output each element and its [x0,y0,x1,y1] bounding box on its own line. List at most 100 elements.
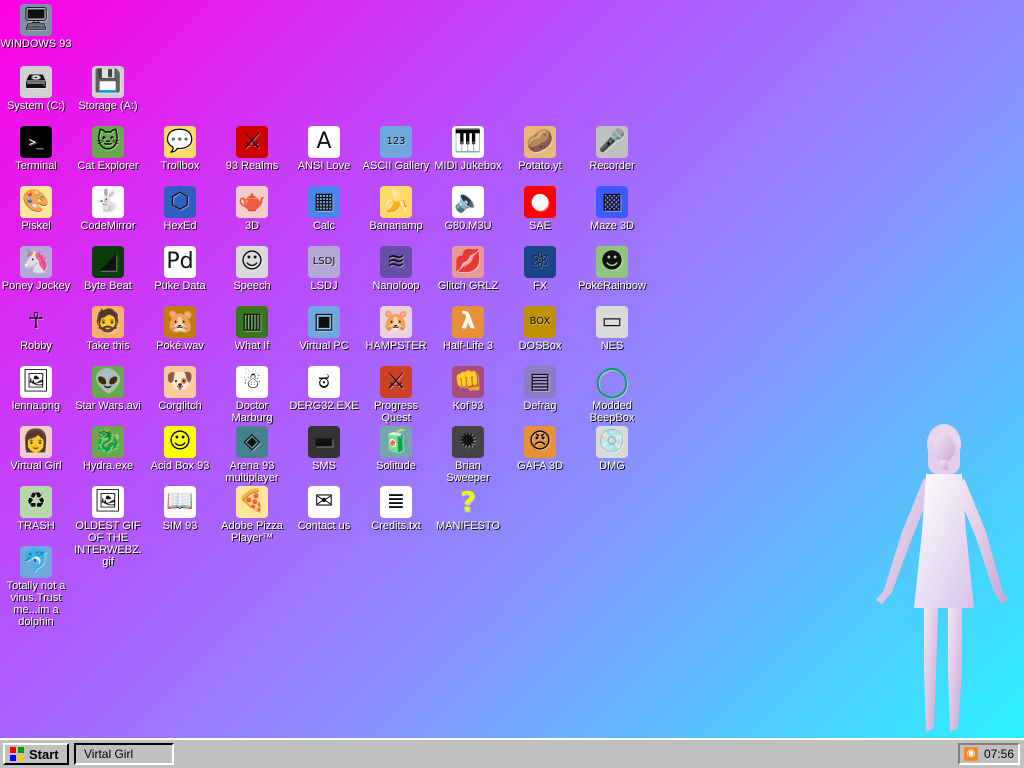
desktop-icon-dolphin[interactable]: 🐬 Totally not a virus.Trust me...im a dol… [0,546,72,628]
desktop-icon-maze-3d[interactable]: ▩ Maze 3D [576,186,648,232]
desktop-icon-midi-jukebox[interactable]: 🎹 MIDI Jukebox [432,126,504,172]
dolphin-icon: 🐬 [20,546,52,578]
desktop-icon-credits-txt[interactable]: ≣ Credits.txt [360,486,432,532]
nes-label: NES [600,340,624,352]
desktop-icon-oldest-gif[interactable]: 🖼 OLDEST GIF OF THE INTERWEBZ.gif [72,486,144,568]
derg32-exe-label: DERG32.EXE [289,400,359,412]
take-this-icon: 🧔 [92,306,124,338]
desktop-icon-half-life-3[interactable]: λ Half-Life 3 [432,306,504,352]
desktop-icon-speech[interactable]: ☺ Speech [216,246,288,292]
take-this-label: Take this [86,340,130,352]
desktop-icon-recorder[interactable]: 🎤 Recorder [576,126,648,172]
codemirror-label: CodeMirror [80,220,136,232]
clock: 07:56 [983,747,1014,761]
desktop-icon-sae[interactable]: ● SAE [504,186,576,232]
taskbar-item-virtual-girl[interactable]: Virtal Girl [74,743,174,765]
desktop-icon-manifesto[interactable]: ? MANIFESTO [432,485,504,533]
desktop-icon-virtual-girl[interactable]: 👩 Virtual Girl [0,426,72,472]
desktop-icon-potato-yt[interactable]: 🥔 Potato.yt [504,126,576,172]
3d-label: 3D [244,220,260,232]
desktop-icon-windows-93[interactable]: 🖥 WINDOWS 93 [0,4,72,50]
midi-jukebox-icon: 🎹 [452,126,484,158]
half-life-3-label: Half-Life 3 [442,340,494,352]
desktop-icon-pokemon-wav[interactable]: 🐹 Poké.wav [144,306,216,352]
desktop-icon-gafa-3d[interactable]: 😠 GAFA 3D [504,426,576,472]
desktop-icon-arena-93[interactable]: ◈ Arena 93 multiplayer [216,426,288,484]
desktop-icon-derg32-exe[interactable]: ಠ DERG32.EXE [288,366,360,412]
desktop-icon-fx[interactable]: ⚛ FX [504,246,576,292]
desktop-icon-poney-jockey[interactable]: 🦄 Poney Jockey [0,246,72,292]
derg32-exe-icon: ಠ [308,366,340,398]
desktop-icon-sim-93[interactable]: 📖 SIM 93 [144,486,216,532]
poney-jockey-icon: 🦄 [20,246,52,278]
desktop-icon-calc[interactable]: ▦ Calc [288,186,360,232]
ansi-love-label: ANSI Love [297,160,351,172]
desktop-icon-dosbox[interactable]: BOX DOSBox [504,306,576,352]
desktop-icon-doctor-marburg[interactable]: ☃ Doctor Marburg [216,366,288,424]
desktop-icon-nes[interactable]: ▭ NES [576,306,648,352]
desktop-icon-what-if[interactable]: ▥ What If [216,306,288,352]
desktop-icon-solitude[interactable]: 🧃 Solitude [360,426,432,472]
desktop-icon-virtual-pc[interactable]: ▣ Virtual PC [288,306,360,352]
desktop-icon-terminal[interactable]: >_ Terminal [0,126,72,172]
virtual-girl-figure[interactable] [862,422,1022,738]
desktop-icon-3d[interactable]: 🫖 3D [216,186,288,232]
desktop-icon-brian-sweeper[interactable]: ✹ Brian Sweeper [432,426,504,484]
desktop-icon-codemirror[interactable]: 🐇 CodeMirror [72,186,144,232]
desktop-icon-robby[interactable]: ☥ Robby [0,306,72,352]
desktop-icon-contact-us[interactable]: ✉ Contact us [288,486,360,532]
desktop-icon-bananamp[interactable]: 🍌 Bananamp [360,186,432,232]
desktop-icon-hampster[interactable]: 🐹 HAMPSTER [360,306,432,352]
pokerainbow-label: PokéRainbow [578,280,646,292]
desktop-icon-trash[interactable]: ♻ TRASH [0,486,72,532]
terminal-icon: >_ [20,126,52,158]
desktop-icon-storage-a[interactable]: 💾 Storage (A:) [72,66,144,112]
desktop-icon-cat-explorer[interactable]: 🐱 Cat Explorer [72,126,144,172]
desktop-icon-lenna-png[interactable]: 🖼 lenna.png [0,366,72,412]
desktop-icon-puke-data[interactable]: Pd Puke Data [144,246,216,292]
adobe-pizza-icon: 🍕 [236,486,268,518]
desktop-icon-nanoloop[interactable]: ≋ Nanoloop [360,246,432,292]
desktop-icon-take-this[interactable]: 🧔 Take this [72,306,144,352]
speech-icon: ☺ [236,246,268,278]
start-button[interactable]: Start [3,743,69,765]
taskbar: Start Virtal Girl ◉ 07:56 [0,738,1024,768]
taskbar-item-label: Virtal Girl [84,747,134,761]
rss-icon[interactable]: ◉ [963,747,978,761]
byte-beat-label: Byte Beat [84,280,132,292]
desktop-icon-star-wars-avi[interactable]: 👽 Star Wars.avi [72,366,144,412]
desktop-icon-glitch-grlz[interactable]: 💋 Glitch GRLZ [432,246,504,292]
desktop-icon-hydra-exe[interactable]: 🐉 Hydra.exe [72,426,144,472]
lsdj-icon: LSDJ [308,246,340,278]
desktop-icon-kof93[interactable]: 👊 Kof'93 [432,366,504,412]
desktop-icon-progress-quest[interactable]: ⚔ Progress Quest [360,366,432,424]
ansi-love-icon: A [308,126,340,158]
sae-icon: ● [524,186,556,218]
speech-label: Speech [233,280,271,292]
desktop-icon-byte-beat[interactable]: ◢ Byte Beat [72,246,144,292]
defrag-icon: ▤ [524,366,556,398]
recorder-label: Recorder [589,160,635,172]
desktop-icon-piskel[interactable]: 🎨 Piskel [0,186,72,232]
desktop-icon-lsdj[interactable]: LSDJ LSDJ [288,246,360,292]
manifesto-icon: ? [459,485,477,518]
desktop-icon-trollbox[interactable]: 💬 Trollbox [144,126,216,172]
desktop-icon-system-c[interactable]: 🖴 System (C:) [0,66,72,112]
desktop-icon-ascii-gallery[interactable]: 123 ASCII Gallery [360,126,432,172]
desktop-icon-pokerainbow[interactable]: ☻ PokéRainbow [576,246,648,292]
desktop-icon-hexed[interactable]: ⬡ HexEd [144,186,216,232]
dosbox-label: DOSBox [518,340,562,352]
glitch-grlz-label: Glitch GRLZ [437,280,499,292]
hampster-label: HAMPSTER [365,340,427,352]
desktop-icon-g80-m3u[interactable]: 🔈 G80.M3U [432,186,504,232]
desktop-icon-adobe-pizza[interactable]: 🍕 Adobe Pizza Player™ [216,486,288,544]
desktop-icon-acid-box-93[interactable]: ☺ Acid Box 93 [144,426,216,472]
desktop-icon-defrag[interactable]: ▤ Defrag [504,366,576,412]
desktop-icon-corglitch[interactable]: 🐶 Corglitch [144,366,216,412]
hampster-icon: 🐹 [380,306,412,338]
desktop-icon-sms[interactable]: ▬ SMS [288,426,360,472]
desktop-icon-93-realms[interactable]: ⚔ 93 Realms [216,126,288,172]
desktop-icon-ansi-love[interactable]: A ANSI Love [288,126,360,172]
desktop-icon-dmg[interactable]: 💿 DMG [576,426,648,472]
desktop-icon-modded-beepbox[interactable]: ◯ Modded BeepBox [576,366,648,425]
